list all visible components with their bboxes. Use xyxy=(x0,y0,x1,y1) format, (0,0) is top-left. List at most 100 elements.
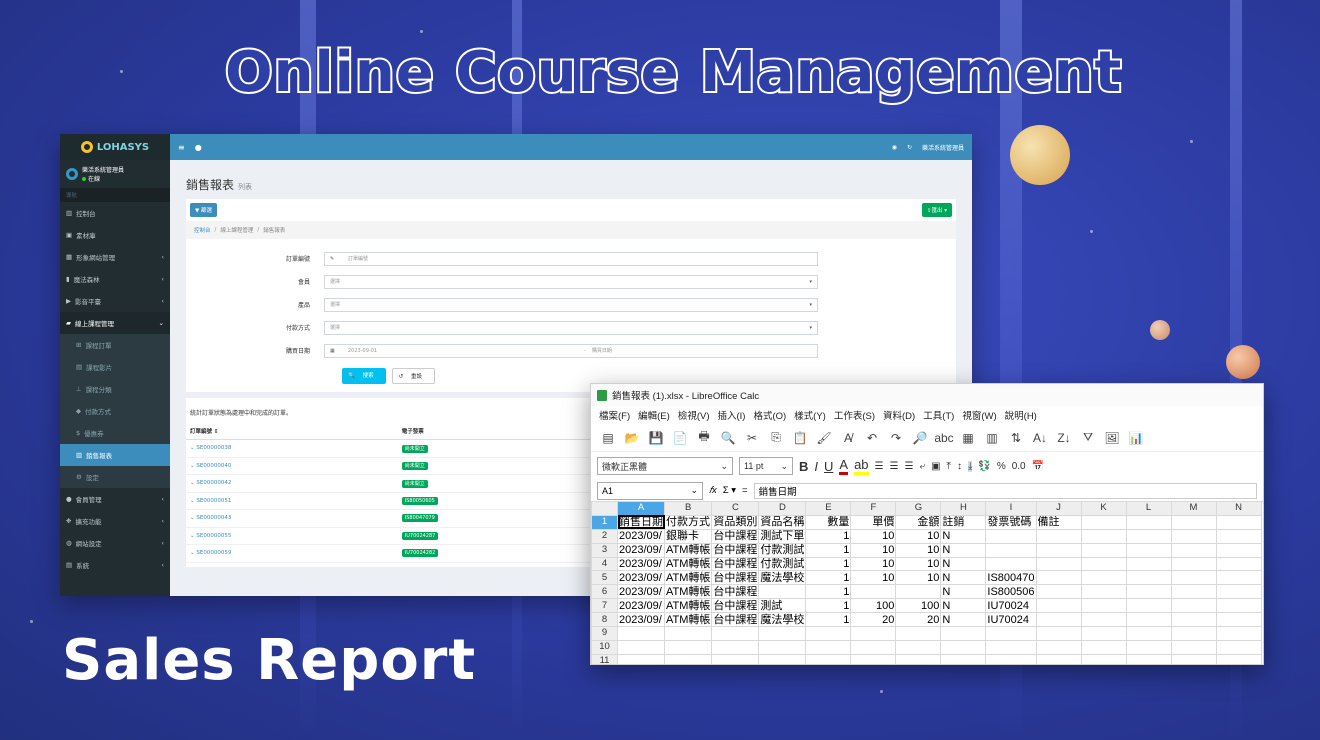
cell[interactable]: 1 xyxy=(805,570,852,586)
column-header[interactable]: I xyxy=(985,501,1037,516)
cell[interactable]: 2023/09/ xyxy=(617,584,665,600)
cell[interactable] xyxy=(663,626,713,641)
cell[interactable] xyxy=(850,653,897,664)
cell[interactable] xyxy=(1215,556,1262,572)
cell[interactable]: 10 xyxy=(850,570,897,586)
row-header[interactable]: 11 xyxy=(591,653,618,664)
menu-item[interactable]: 編輯(E) xyxy=(638,408,670,422)
align-right-icon[interactable]: ☰ xyxy=(904,461,913,472)
cell[interactable] xyxy=(1080,653,1127,664)
sidebar-item[interactable]: ● 會員管理 ‹ xyxy=(60,488,170,510)
cell[interactable] xyxy=(1080,542,1127,558)
save-icon[interactable]: 💾 xyxy=(647,429,665,447)
sort-icon[interactable]: ⇅ xyxy=(1007,429,1025,447)
cell[interactable] xyxy=(663,653,713,664)
column-header[interactable]: A xyxy=(617,501,665,516)
menu-item[interactable]: 檢視(V) xyxy=(678,408,710,422)
sidebar-item[interactable]: ▥ 銷售報表 xyxy=(60,444,170,466)
autofilter-icon[interactable]: ⛛ xyxy=(1079,429,1097,447)
cell[interactable] xyxy=(1215,612,1262,628)
cell[interactable] xyxy=(1215,598,1262,614)
cell[interactable]: 1 xyxy=(805,612,852,628)
cell[interactable]: IU70024 xyxy=(985,598,1037,614)
cell[interactable] xyxy=(1080,598,1127,614)
cell[interactable] xyxy=(1035,653,1082,664)
cell[interactable] xyxy=(1035,528,1082,544)
cell[interactable]: ATM轉帳 xyxy=(663,612,713,628)
cell[interactable] xyxy=(895,626,942,641)
align-top-icon[interactable]: ⤒ xyxy=(947,461,951,472)
paste-icon[interactable]: 📋 xyxy=(791,429,809,447)
decimal-format-icon[interactable]: 0.0 xyxy=(1012,461,1026,472)
cell[interactable]: 註銷 xyxy=(940,514,987,530)
sidebar-item[interactable]: ▮ 魔法森林 ‹ xyxy=(60,268,170,290)
cell[interactable] xyxy=(1170,556,1217,572)
cell[interactable]: 10 xyxy=(850,528,897,544)
menu-item[interactable]: 檔案(F) xyxy=(599,408,630,422)
cell[interactable] xyxy=(850,639,897,655)
cell[interactable]: N xyxy=(940,612,987,628)
cell[interactable] xyxy=(985,542,1037,558)
sidebar-item[interactable]: ▥ 控制台 xyxy=(60,202,170,224)
cell[interactable] xyxy=(1035,639,1082,655)
merge-cells-icon[interactable]: ▣ xyxy=(931,461,940,472)
cell[interactable]: 魔法學校 xyxy=(758,612,807,628)
cell[interactable]: N xyxy=(940,584,987,600)
cell[interactable] xyxy=(1215,626,1262,641)
cell[interactable] xyxy=(758,626,807,641)
cell[interactable] xyxy=(1125,598,1172,614)
row-header[interactable]: 1 xyxy=(591,514,618,530)
currency-format-icon[interactable]: 💱 xyxy=(978,461,990,472)
sidebar-item[interactable]: ◆ 付款方式 xyxy=(60,400,170,422)
cell[interactable] xyxy=(1215,570,1262,586)
globe-icon[interactable]: ◉ xyxy=(892,144,897,151)
align-bottom-icon[interactable]: ⤓ xyxy=(967,460,973,472)
spelling-icon[interactable]: abc xyxy=(934,429,953,447)
cell[interactable] xyxy=(895,653,942,664)
cell[interactable] xyxy=(1080,570,1127,586)
menu-item[interactable]: 資料(D) xyxy=(883,408,915,422)
align-left-icon[interactable]: ☰ xyxy=(875,461,884,472)
function-wizard-icon[interactable]: 𝑓x xyxy=(709,485,717,496)
date-format-icon[interactable]: 📅 xyxy=(1032,461,1044,472)
cell[interactable] xyxy=(1125,626,1172,641)
order-link[interactable]: SE00000051 xyxy=(196,498,231,504)
menu-item[interactable]: 格式(O) xyxy=(753,408,786,422)
cell[interactable] xyxy=(1170,528,1217,544)
cell[interactable]: 1 xyxy=(805,584,852,600)
cell[interactable]: 魔法學校 xyxy=(758,570,807,586)
cell[interactable] xyxy=(985,626,1037,641)
cut-icon[interactable]: ✂ xyxy=(743,429,761,447)
cell[interactable]: 台中課程 xyxy=(711,528,760,544)
cell[interactable] xyxy=(711,626,760,641)
cell[interactable]: 2023/09/ xyxy=(617,542,665,558)
print-icon[interactable]: 🖶 xyxy=(695,429,713,447)
column-header[interactable]: G xyxy=(895,501,942,516)
cell[interactable]: 10 xyxy=(895,528,942,544)
sidebar-item[interactable]: ▣ 素材庫 xyxy=(60,224,170,246)
cell[interactable] xyxy=(940,639,987,655)
sidebar-item[interactable]: ⊥ 課程分類 xyxy=(60,378,170,400)
cell[interactable]: ATM轉帳 xyxy=(663,584,713,600)
cell[interactable] xyxy=(985,528,1037,544)
cell[interactable] xyxy=(1080,626,1127,641)
cell[interactable]: 2023/09/ xyxy=(617,598,665,614)
cell[interactable]: 發票號碼 xyxy=(985,514,1037,530)
cell[interactable] xyxy=(805,626,852,641)
cell[interactable] xyxy=(1035,584,1082,600)
sidebar-item[interactable]: ✥ 擴充功能 ‹ xyxy=(60,510,170,532)
italic-icon[interactable]: I xyxy=(814,459,818,474)
menu-item[interactable]: 插入(I) xyxy=(717,408,745,422)
select-all-corner[interactable] xyxy=(591,501,618,516)
cell[interactable] xyxy=(1125,653,1172,664)
font-color-icon[interactable]: A xyxy=(839,457,849,475)
cell[interactable]: 100 xyxy=(850,598,897,614)
cell[interactable]: 20 xyxy=(895,612,942,628)
sidebar-item[interactable]: ▰ 線上課程管理 ⌄ xyxy=(60,312,170,334)
cell[interactable] xyxy=(1170,598,1217,614)
font-name-select[interactable]: 微軟正黑體 ⌄ xyxy=(597,457,733,475)
cell[interactable] xyxy=(1035,556,1082,572)
order-no-input[interactable]: ✎ 訂單編號 xyxy=(324,251,818,266)
cell[interactable] xyxy=(940,626,987,641)
wrap-text-icon[interactable]: ⤶ xyxy=(919,461,925,472)
